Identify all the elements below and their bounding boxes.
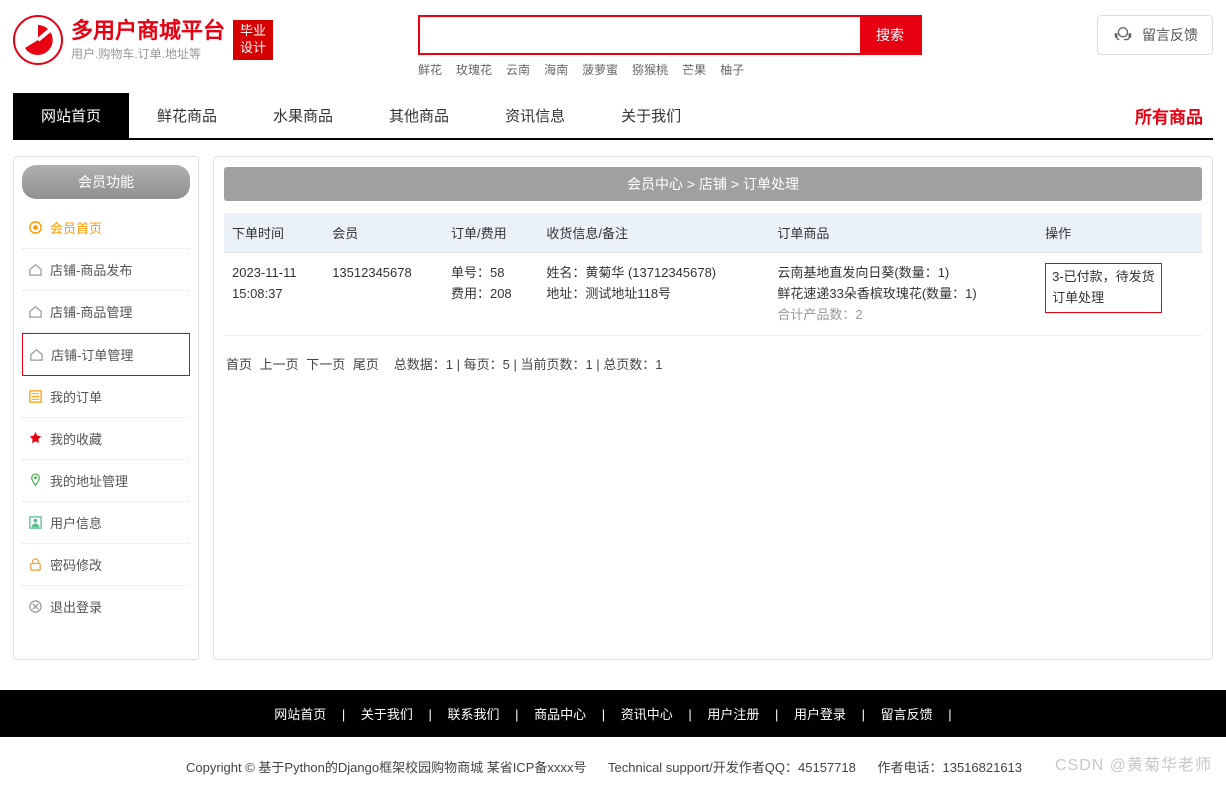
sidebar-head: 会员功能: [22, 165, 190, 199]
exit-icon: [28, 599, 43, 614]
sidebar-item[interactable]: 用户信息: [22, 502, 190, 544]
hot-words: 鲜花玫瑰花云南海南菠萝蜜猕猴桃芒果柚子: [418, 61, 922, 78]
hot-word[interactable]: 海南: [544, 63, 568, 77]
hot-word[interactable]: 芒果: [682, 63, 706, 77]
home-icon: [28, 262, 43, 277]
hot-word[interactable]: 云南: [506, 63, 530, 77]
nav-item[interactable]: 水果商品: [245, 93, 361, 138]
content: 会员中心 > 店铺 > 订单处理 下单时间会员订单/费用收货信息/备注订单商品操…: [213, 156, 1213, 660]
sidebar: 会员功能 会员首页店铺-商品发布店铺-商品管理店铺-订单管理我的订单我的收藏我的…: [13, 156, 199, 660]
hot-word[interactable]: 猕猴桃: [632, 63, 668, 77]
nav-item[interactable]: 资讯信息: [477, 93, 593, 138]
pager-summary: 总数据：1 | 每页：5 | 当前页数：1 | 总页数：1: [394, 357, 663, 372]
op-box[interactable]: 3-已付款，待发货订单处理: [1045, 263, 1162, 313]
col-head: 操作: [1037, 213, 1202, 253]
col-head: 下单时间: [224, 213, 324, 253]
home-icon: [28, 304, 43, 319]
col-head: 订单商品: [769, 213, 1037, 253]
site-title: 多用户商城平台: [71, 18, 225, 44]
nav-all-products[interactable]: 所有商品: [1135, 103, 1213, 128]
pager-last[interactable]: 尾页: [353, 357, 379, 372]
nav-item[interactable]: 鲜花商品: [129, 93, 245, 138]
search-area: 搜索 鲜花玫瑰花云南海南菠萝蜜猕猴桃芒果柚子: [418, 15, 922, 78]
badge: 毕业 设计: [233, 20, 273, 60]
footer-link[interactable]: 留言反馈: [875, 707, 939, 722]
pager-first[interactable]: 首页: [226, 357, 252, 372]
footer-link[interactable]: 关于我们: [355, 707, 419, 722]
col-head: 会员: [324, 213, 443, 253]
header: 多用户商城平台 用户.购物车.订单.地址等 毕业 设计 搜索 鲜花玫瑰花云南海南…: [13, 0, 1213, 83]
user-icon: [28, 515, 43, 530]
search-button[interactable]: 搜索: [860, 17, 920, 53]
footer-link[interactable]: 资讯中心: [615, 707, 679, 722]
sidebar-item[interactable]: 我的地址管理: [22, 460, 190, 502]
order-table: 下单时间会员订单/费用收货信息/备注订单商品操作 2023-11-1115:08…: [224, 213, 1202, 336]
breadcrumb: 会员中心 > 店铺 > 订单处理: [224, 167, 1202, 201]
feedback-button[interactable]: 留言反馈: [1097, 15, 1213, 55]
sidebar-item[interactable]: 店铺-商品管理: [22, 291, 190, 333]
site-subtitle: 用户.购物车.订单.地址等: [71, 45, 225, 62]
hot-word[interactable]: 玫瑰花: [456, 63, 492, 77]
col-head: 收货信息/备注: [538, 213, 769, 253]
pin-icon: [28, 473, 43, 488]
hot-word[interactable]: 柚子: [720, 63, 744, 77]
sidebar-item[interactable]: 密码修改: [22, 544, 190, 586]
pager: 首页 上一页 下一页 尾页 总数据：1 | 每页：5 | 当前页数：1 | 总页…: [224, 336, 1202, 373]
copyright: Copyright © 基于Python的Django框架校园购物商城 某省IC…: [0, 737, 1226, 796]
logo-icon: [13, 15, 63, 65]
home-o-icon: [28, 220, 43, 235]
list-icon: [28, 389, 43, 404]
star-icon: [28, 431, 43, 446]
sidebar-item[interactable]: 店铺-订单管理: [22, 333, 190, 376]
footer-link[interactable]: 用户登录: [788, 707, 852, 722]
logo-area: 多用户商城平台 用户.购物车.订单.地址等 毕业 设计: [13, 15, 273, 65]
footer-link[interactable]: 用户注册: [701, 707, 765, 722]
sidebar-item[interactable]: 我的订单: [22, 376, 190, 418]
home-icon: [29, 347, 44, 362]
search-input[interactable]: [420, 17, 860, 53]
col-head: 订单/费用: [443, 213, 538, 253]
nav-item[interactable]: 关于我们: [593, 93, 709, 138]
sidebar-item[interactable]: 我的收藏: [22, 418, 190, 460]
sidebar-item[interactable]: 会员首页: [22, 207, 190, 249]
table-row: 2023-11-1115:08:3713512345678单号：58费用：208…: [224, 253, 1202, 336]
footer-link[interactable]: 商品中心: [528, 707, 592, 722]
footer: 网站首页 | 关于我们 | 联系我们 | 商品中心 | 资讯中心 | 用户注册 …: [0, 690, 1226, 737]
lock-icon: [28, 557, 43, 572]
nav-item[interactable]: 其他商品: [361, 93, 477, 138]
hot-word[interactable]: 鲜花: [418, 63, 442, 77]
sidebar-item[interactable]: 店铺-商品发布: [22, 249, 190, 291]
pager-prev[interactable]: 上一页: [260, 357, 299, 372]
nav-item[interactable]: 网站首页: [13, 93, 129, 138]
footer-link[interactable]: 网站首页: [268, 707, 332, 722]
footer-link[interactable]: 联系我们: [442, 707, 506, 722]
nav: 网站首页鲜花商品水果商品其他商品资讯信息关于我们 所有商品: [13, 93, 1213, 140]
headset-icon: [1112, 24, 1134, 46]
pager-next[interactable]: 下一页: [306, 357, 345, 372]
sidebar-item[interactable]: 退出登录: [22, 586, 190, 627]
hot-word[interactable]: 菠萝蜜: [582, 63, 618, 77]
